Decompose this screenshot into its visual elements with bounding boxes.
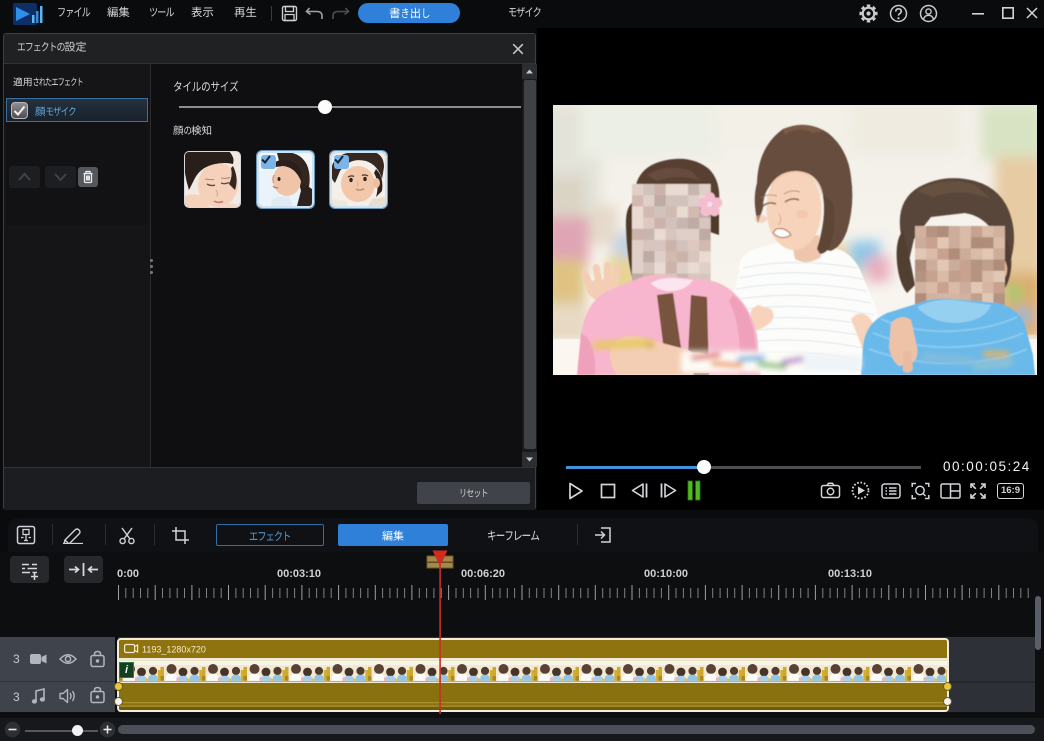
svg-text:1193_1280x720: 1193_1280x720 (142, 645, 206, 655)
